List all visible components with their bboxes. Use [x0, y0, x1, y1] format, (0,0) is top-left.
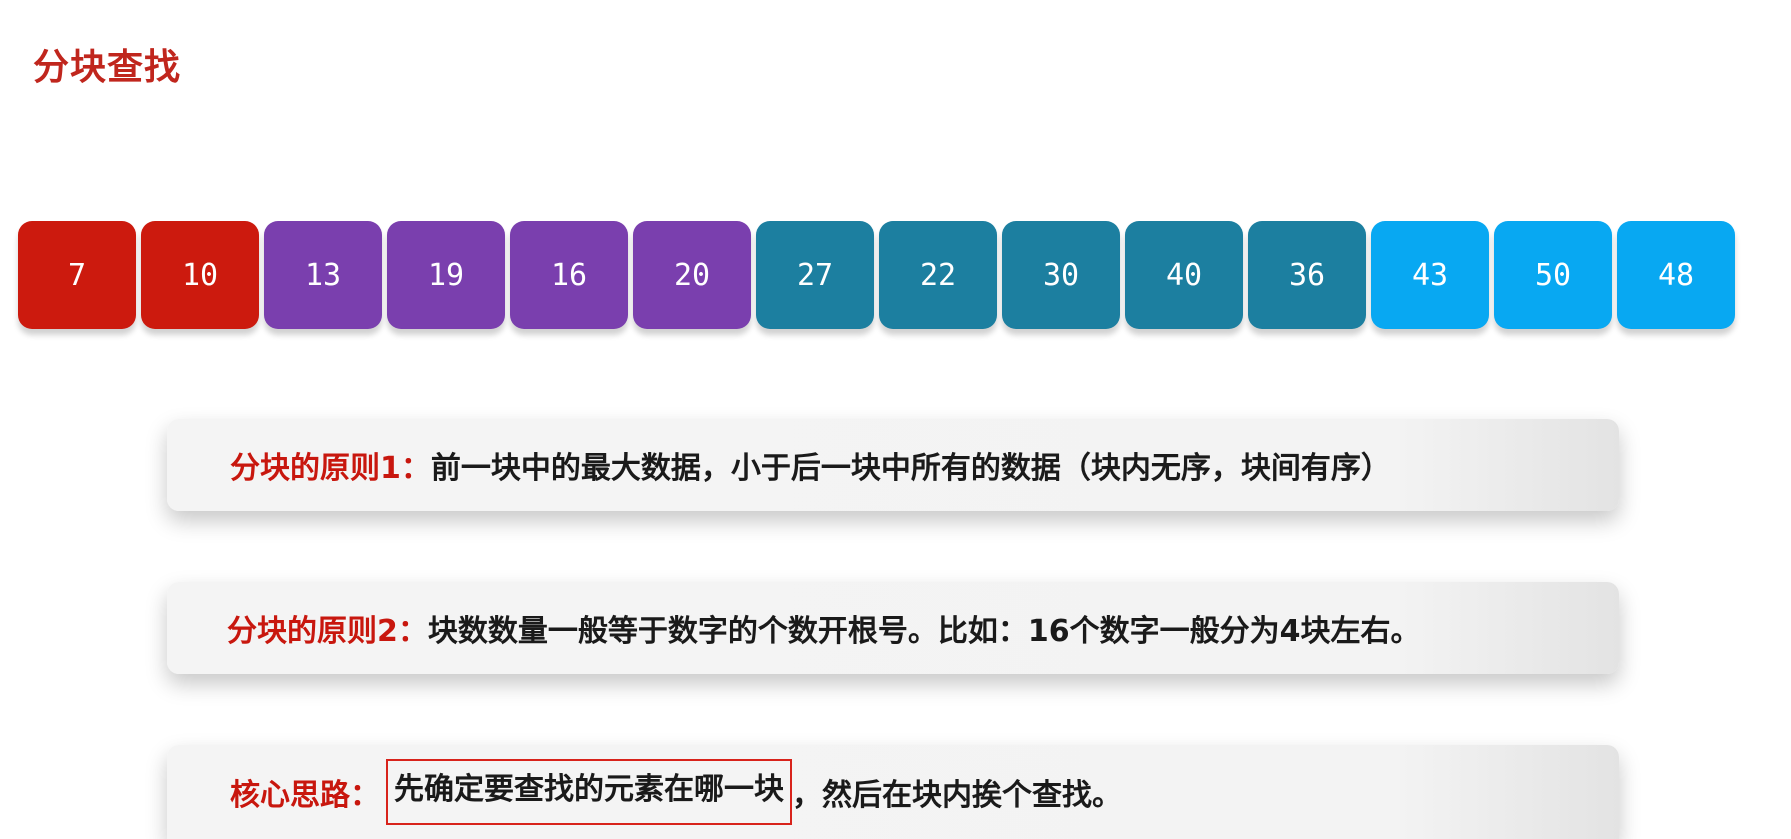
number-block: 7 — [18, 221, 136, 329]
principle-1-text: 前一块中的最大数据，小于后一块中所有的数据（块内无序，块间有序） — [430, 451, 1391, 486]
number-block: 10 — [141, 221, 259, 329]
number-block: 27 — [756, 221, 874, 329]
number-block: 19 — [387, 221, 505, 329]
number-blocks: 7 10 13 19 16 20 27 22 30 40 36 43 50 48 — [18, 221, 1735, 329]
number-block: 50 — [1494, 221, 1612, 329]
principle-1-card: 分块的原则1： 前一块中的最大数据，小于后一块中所有的数据（块内无序，块间有序） — [167, 419, 1619, 511]
number-block: 30 — [1002, 221, 1120, 329]
number-block: 22 — [879, 221, 997, 329]
number-block: 40 — [1125, 221, 1243, 329]
number-block: 48 — [1617, 221, 1735, 329]
core-idea-highlight: 先确定要查找的元素在哪一块 — [386, 759, 792, 825]
number-block: 43 — [1371, 221, 1489, 329]
core-idea-label: 核心思路： — [230, 778, 380, 813]
principle-2-label: 分块的原则2： — [227, 614, 428, 649]
slide-title: 分块查找 — [33, 47, 182, 88]
principle-2-card: 分块的原则2： 块数数量一般等于数字的个数开根号。比如：16个数字一般分为4块左右… — [167, 582, 1619, 674]
number-block: 13 — [264, 221, 382, 329]
core-idea-text: ，然后在块内挨个查找。 — [792, 778, 1122, 813]
number-block: 16 — [510, 221, 628, 329]
slide: 分块查找 7 10 13 19 16 20 27 22 30 40 36 43 50 48 分块的原则1：… — [0, 0, 1791, 839]
core-idea-card: 核心思路： 先确定要查找的元素在哪一块 ，然后在块内挨个查找。 — [167, 745, 1619, 839]
principle-2-text: 块数数量一般等于数字的个数开根号。比如：16个数字一般分为4块左右。 — [427, 614, 1421, 649]
principle-1-label: 分块的原则1： — [230, 451, 431, 486]
number-block: 20 — [633, 221, 751, 329]
number-block: 36 — [1248, 221, 1366, 329]
